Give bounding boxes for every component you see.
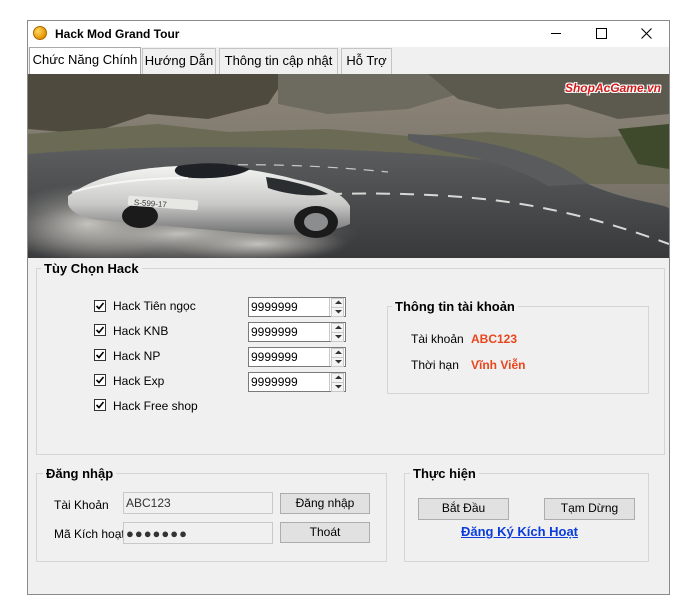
duration-label: Thời hạn <box>411 358 459 372</box>
app-coin-icon <box>33 26 47 40</box>
login-account-label: Tài Khoản <box>54 498 109 512</box>
spinbox-knb[interactable] <box>248 322 346 342</box>
spinner-tien-ngoc[interactable] <box>329 298 345 317</box>
spin-down-button[interactable] <box>331 357 344 367</box>
tab-main-functions[interactable]: Chức Năng Chính <box>29 47 141 74</box>
arrow-up-icon <box>335 350 342 354</box>
label-hack-exp: Hack Exp <box>113 374 165 388</box>
input-np[interactable] <box>249 348 331 366</box>
close-button[interactable] <box>624 21 669 47</box>
label-hack-knb: Hack KNB <box>113 324 169 338</box>
arrow-down-icon <box>335 360 342 364</box>
label-hack-tien-ngoc: Hack Tiên ngọc <box>113 299 196 313</box>
hack-options-title: Tùy Chọn Hack <box>41 261 142 276</box>
close-icon <box>641 28 652 39</box>
spinbox-exp[interactable] <box>248 372 346 392</box>
input-knb[interactable] <box>249 323 331 341</box>
spinbox-np[interactable] <box>248 347 346 367</box>
arrow-up-icon <box>335 325 342 329</box>
arrow-up-icon <box>335 375 342 379</box>
minimize-icon <box>551 33 561 34</box>
duration-value: Vĩnh Viễn <box>471 358 526 372</box>
check-icon <box>95 302 105 310</box>
activation-code-label: Mã Kích hoạt <box>54 527 125 541</box>
check-icon <box>95 401 105 409</box>
tab-support[interactable]: Hỗ Trợ <box>341 48 392 74</box>
input-exp[interactable] <box>249 373 331 391</box>
account-info-title: Thông tin tài khoản <box>392 299 518 314</box>
activation-code-field[interactable] <box>123 522 273 544</box>
label-hack-np: Hack NP <box>113 349 161 363</box>
maximize-button[interactable] <box>579 21 624 47</box>
checkbox-hack-exp[interactable] <box>94 374 106 386</box>
login-title: Đăng nhập <box>43 466 117 481</box>
banner-image: S-599-17 ShopAcGame.vn <box>28 74 669 258</box>
app-window: Hack Mod Grand Tour Chức Năng Chính Hướn… <box>27 20 670 595</box>
shop-watermark: ShopAcGame.vn <box>564 81 661 95</box>
spinner-knb[interactable] <box>329 323 345 342</box>
actions-title: Thực hiện <box>410 466 479 481</box>
arrow-down-icon <box>335 310 342 314</box>
check-icon <box>95 326 105 334</box>
account-label: Tài khoản <box>411 332 464 346</box>
spin-down-button[interactable] <box>331 307 344 317</box>
checkbox-hack-np[interactable] <box>94 349 106 361</box>
spinner-exp[interactable] <box>329 373 345 392</box>
input-tien-ngoc[interactable] <box>249 298 331 316</box>
tab-guide[interactable]: Hướng Dẫn <box>142 48 216 74</box>
minimize-button[interactable] <box>534 21 579 47</box>
spinner-np[interactable] <box>329 348 345 367</box>
label-hack-free-shop: Hack Free shop <box>113 399 198 413</box>
arrow-down-icon <box>335 335 342 339</box>
register-activation-link[interactable]: Đăng Ký Kích Hoạt <box>461 524 578 539</box>
spinbox-tien-ngoc[interactable] <box>248 297 346 317</box>
spin-down-button[interactable] <box>331 382 344 392</box>
login-group <box>36 473 387 562</box>
login-account-input[interactable] <box>124 493 266 513</box>
tab-bar: Chức Năng Chính Hướng Dẫn Thông tin cập … <box>28 47 669 74</box>
arrow-down-icon <box>335 385 342 389</box>
login-button[interactable]: Đăng nhập <box>280 493 370 514</box>
pause-button[interactable]: Tạm Dừng <box>544 498 635 520</box>
checkbox-hack-tien-ngoc[interactable] <box>94 300 106 312</box>
check-icon <box>95 351 105 359</box>
window-title: Hack Mod Grand Tour <box>55 27 180 41</box>
check-icon <box>95 376 105 384</box>
start-button[interactable]: Bắt Đầu <box>418 498 509 520</box>
title-bar[interactable]: Hack Mod Grand Tour <box>28 21 669 47</box>
exit-button[interactable]: Thoát <box>280 522 370 543</box>
spin-down-button[interactable] <box>331 332 344 342</box>
account-value: ABC123 <box>471 332 518 346</box>
maximize-icon <box>596 28 607 39</box>
tab-update-info[interactable]: Thông tin cập nhật <box>219 48 338 74</box>
activation-code-input[interactable] <box>124 523 266 543</box>
checkbox-hack-free-shop[interactable] <box>94 399 106 411</box>
checkbox-hack-knb[interactable] <box>94 324 106 336</box>
race-car-illustration: S-599-17 <box>28 74 669 258</box>
account-info-group <box>387 306 649 394</box>
login-account-field[interactable] <box>123 492 273 514</box>
arrow-up-icon <box>335 300 342 304</box>
